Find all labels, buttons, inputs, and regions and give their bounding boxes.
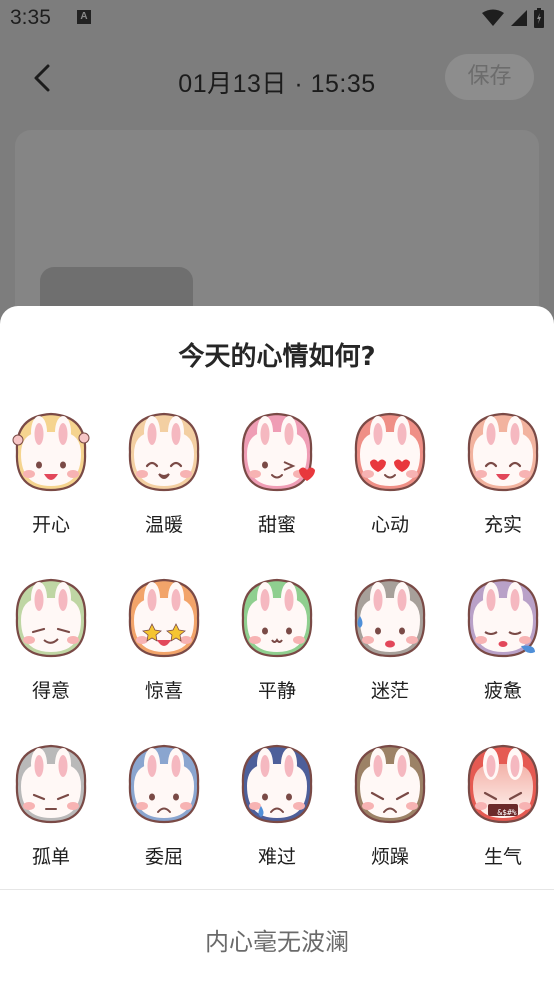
mood-option[interactable]: 惊喜 xyxy=(114,576,214,706)
mood-option[interactable]: 疲惫 xyxy=(453,576,553,706)
mood-label: 平静 xyxy=(257,680,296,702)
wifi-icon xyxy=(482,9,504,26)
mood-label: 甜蜜 xyxy=(257,514,296,536)
mood-option[interactable]: 烦躁 xyxy=(340,742,440,872)
mood-label: 惊喜 xyxy=(144,680,183,702)
calm-option-label: 内心毫无波澜 xyxy=(205,928,349,956)
save-button[interactable]: 保存 xyxy=(445,54,534,100)
mood-label: 生气 xyxy=(483,846,522,868)
mood-option[interactable]: 迷茫 xyxy=(340,576,440,706)
mood-option[interactable]: 委屈 xyxy=(114,742,214,872)
notification-icon: A xyxy=(77,10,91,24)
calm-option-button[interactable]: 内心毫无波澜 xyxy=(0,890,554,984)
mood-label: 难过 xyxy=(257,846,296,868)
mood-option[interactable]: 甜蜜 xyxy=(227,410,327,540)
mood-label: 疲惫 xyxy=(483,680,522,702)
mood-label: 孤单 xyxy=(31,846,70,868)
mood-option[interactable]: 得意 xyxy=(1,576,101,706)
mood-picker-sheet: 今天的心情如何? 开心 温暖 甜蜜 心动 充实 得意 惊喜 平静 迷茫 疲惫 孤… xyxy=(0,306,554,984)
mood-label: 充实 xyxy=(483,514,522,536)
status-icons xyxy=(482,8,544,28)
mood-label: 迷茫 xyxy=(370,680,409,702)
mood-option[interactable]: 充实 xyxy=(453,410,553,540)
angry-badge-text: &$#% xyxy=(497,808,517,817)
signal-icon xyxy=(511,10,527,26)
mood-option[interactable]: 孤单 xyxy=(1,742,101,872)
mood-option[interactable]: 难过 xyxy=(227,742,327,872)
mood-label: 心动 xyxy=(370,514,409,536)
mood-option[interactable]: 开心 xyxy=(1,410,101,540)
mood-label: 温暖 xyxy=(144,514,183,536)
app-header: 01月13日 · 15:35 保存 xyxy=(0,40,554,120)
mood-label: 开心 xyxy=(31,514,70,536)
mood-option[interactable]: 温暖 xyxy=(114,410,214,540)
mood-option[interactable]: 平静 xyxy=(227,576,327,706)
status-bar: 3:35 A xyxy=(0,0,554,40)
status-time: 3:35 xyxy=(10,6,51,29)
mood-label: 委屈 xyxy=(144,846,183,868)
mood-option[interactable]: &$#% 生气 xyxy=(453,742,553,872)
mood-label: 烦躁 xyxy=(370,846,409,868)
mood-option[interactable]: 心动 xyxy=(340,410,440,540)
mood-label: 得意 xyxy=(31,680,70,702)
sheet-title: 今天的心情如何? xyxy=(178,342,376,372)
battery-icon xyxy=(534,8,544,28)
